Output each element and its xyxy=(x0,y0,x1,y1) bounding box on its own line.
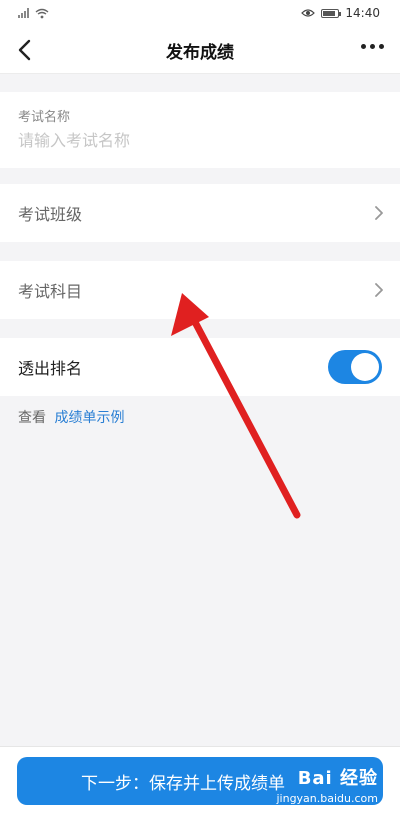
show-rank-row: 透出排名 xyxy=(0,338,400,396)
exam-name-input[interactable] xyxy=(18,131,378,150)
status-bar: 14:40 xyxy=(0,0,400,26)
status-time: 14:40 xyxy=(345,6,380,20)
page-title: 发布成绩 xyxy=(166,43,234,63)
exam-subject-row[interactable]: 考试科目 xyxy=(0,261,400,319)
chevron-right-icon xyxy=(375,206,383,220)
status-left xyxy=(18,8,49,19)
toggle-knob xyxy=(351,353,379,381)
baidu-jingyan-watermark: Bai 经验 jingyan.baidu.com xyxy=(276,764,378,805)
view-prefix: 查看 xyxy=(18,410,46,426)
exam-name-section: 考试名称 xyxy=(0,92,400,168)
exam-class-label: 考试班级 xyxy=(18,205,83,224)
battery-icon xyxy=(321,8,342,18)
watermark-logo: Bai 经验 xyxy=(297,768,378,789)
view-example-line: 查看 成绩单示例 xyxy=(18,407,124,427)
signal-icon xyxy=(18,8,29,18)
show-rank-toggle[interactable] xyxy=(328,350,382,384)
exam-subject-label: 考试科目 xyxy=(18,282,83,301)
exam-name-label: 考试名称 xyxy=(18,110,71,125)
show-rank-label: 透出排名 xyxy=(18,359,83,378)
more-icon[interactable] xyxy=(361,44,384,49)
eye-icon xyxy=(301,8,316,18)
nav-bar: 发布成绩 xyxy=(0,26,400,74)
chevron-right-icon xyxy=(375,283,383,297)
view-example-link[interactable]: 成绩单示例 xyxy=(54,410,124,426)
wifi-icon xyxy=(35,8,49,19)
status-right: 14:40 xyxy=(301,6,380,20)
exam-class-row[interactable]: 考试班级 xyxy=(0,184,400,242)
watermark-url: jingyan.baidu.com xyxy=(276,792,378,805)
